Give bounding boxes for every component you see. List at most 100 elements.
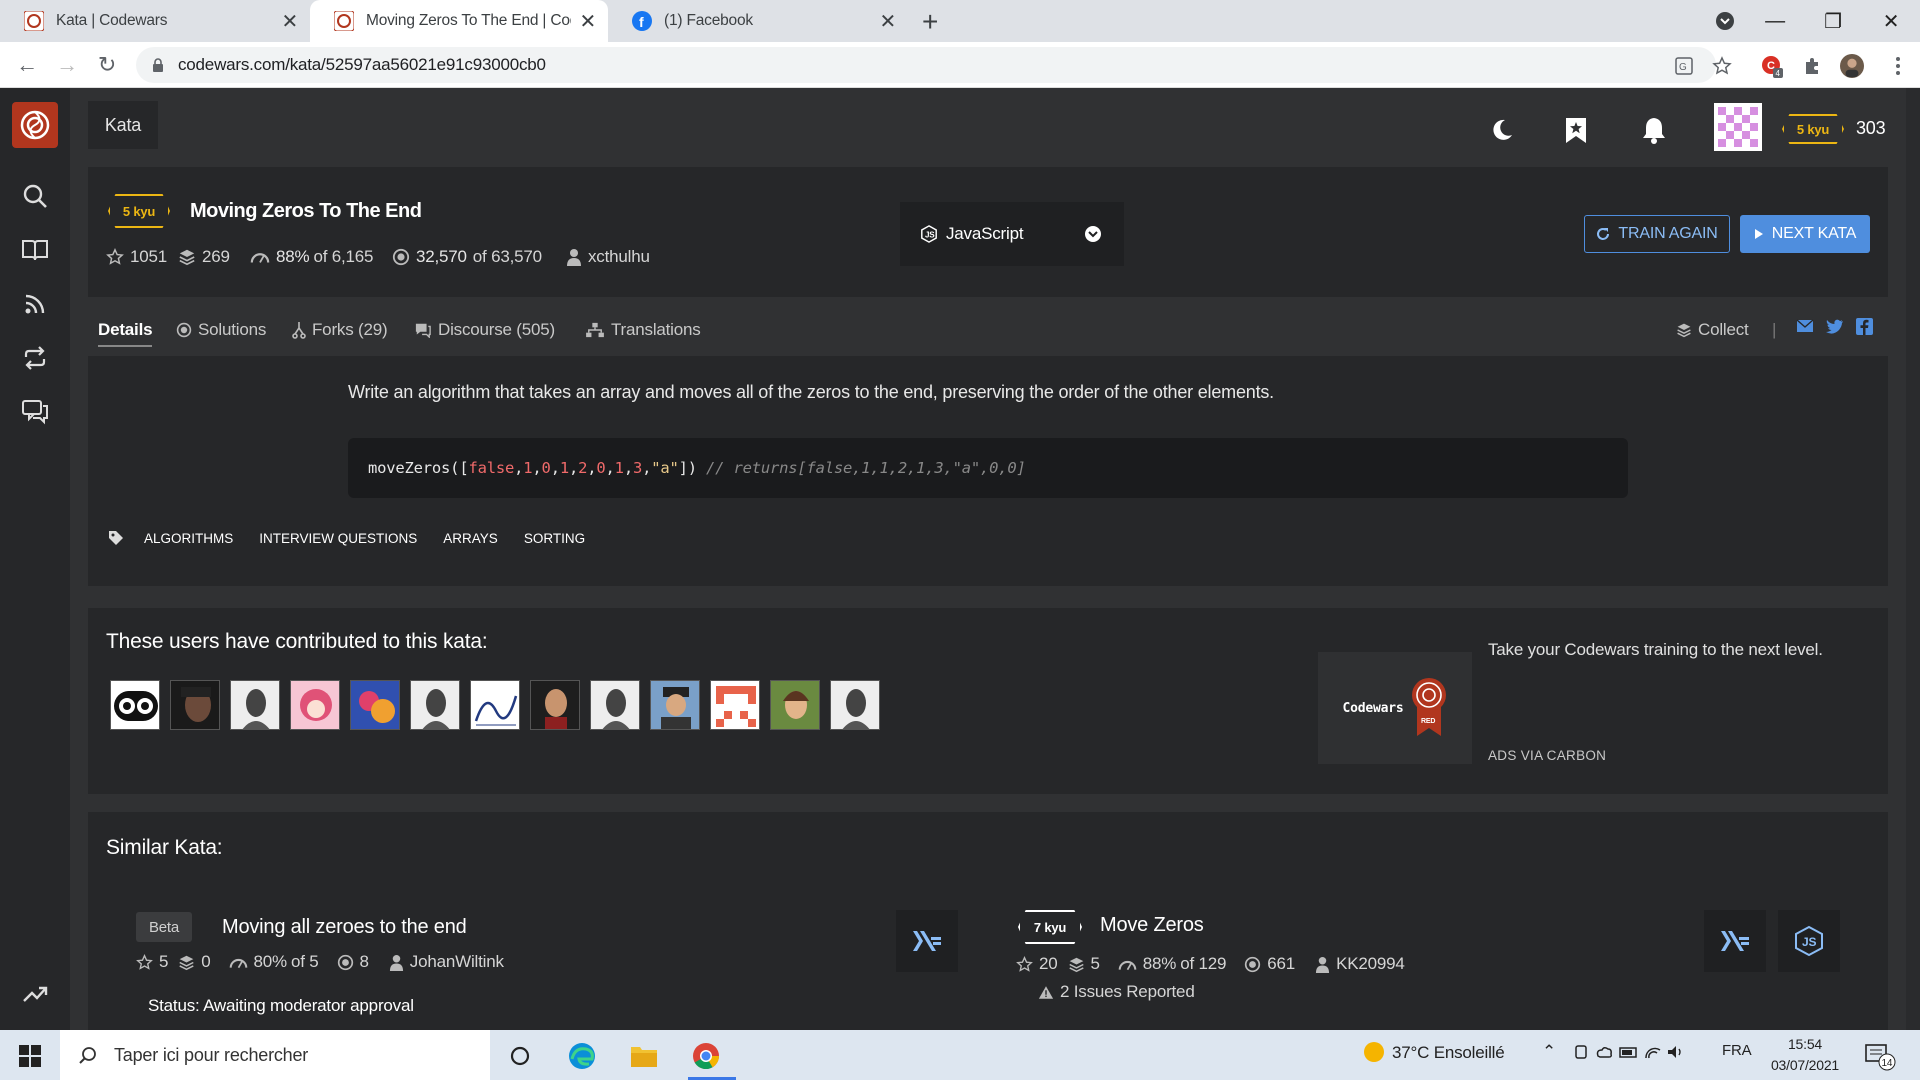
tab-forks[interactable]: Forks (29): [292, 320, 388, 340]
tray-system-icons[interactable]: [1574, 1042, 1684, 1062]
ad-image[interactable]: Codewars RED: [1318, 652, 1472, 764]
next-kata-button[interactable]: NEXT KATA: [1740, 215, 1870, 253]
tag-item[interactable]: INTERVIEW QUESTIONS: [259, 531, 417, 546]
contributor-avatar[interactable]: [830, 680, 880, 730]
javascript-language-icon[interactable]: JS: [1778, 910, 1840, 972]
tab-translations[interactable]: Translations: [585, 320, 701, 340]
minimize-button[interactable]: —: [1750, 0, 1800, 42]
input-language[interactable]: FRA: [1722, 1042, 1752, 1059]
haskell-language-icon[interactable]: [1704, 910, 1766, 972]
contributor-avatar[interactable]: [530, 680, 580, 730]
browser-tab-facebook[interactable]: f (1) Facebook ✕: [608, 0, 908, 42]
tag-item[interactable]: ALGORITHMS: [144, 531, 233, 546]
kata-description: Write an algorithm that takes an array a…: [348, 382, 1274, 402]
chrome-browser-icon[interactable]: [690, 1040, 722, 1072]
share-twitter-icon[interactable]: [1826, 319, 1844, 334]
similar-kata-name[interactable]: Move Zeros: [1100, 914, 1204, 937]
extensions-puzzle-icon[interactable]: [1800, 54, 1824, 78]
close-window-button[interactable]: ✕: [1866, 0, 1916, 42]
close-tab-icon[interactable]: ✕: [579, 9, 596, 34]
collections-stat: 269: [178, 247, 230, 267]
browser-tab-moving-zeros[interactable]: Moving Zeros To The End | Codewars ✕: [310, 0, 608, 42]
taskbar-clock[interactable]: 15:54 03/07/2021: [1770, 1034, 1840, 1076]
notifications-bell-icon[interactable]: [1638, 114, 1670, 146]
contributor-avatar[interactable]: [230, 680, 280, 730]
page-scrollbar[interactable]: [1906, 88, 1920, 1030]
taskbar-search-field[interactable]: Taper ici pour rechercher: [60, 1030, 490, 1080]
contributor-avatar[interactable]: [710, 680, 760, 730]
contributor-avatar[interactable]: [770, 680, 820, 730]
tab-solutions[interactable]: Solutions: [176, 320, 266, 340]
tab-translations-label: Translations: [611, 320, 701, 339]
haskell-language-icon[interactable]: [896, 910, 958, 972]
contributor-avatar[interactable]: [350, 680, 400, 730]
maximize-button[interactable]: ❐: [1808, 0, 1858, 42]
similar-completed: 661: [1267, 954, 1296, 973]
forward-button[interactable]: →: [52, 50, 82, 80]
stars-stat[interactable]: 1051: [106, 247, 167, 267]
docs-book-icon[interactable]: [19, 234, 51, 266]
edge-browser-icon[interactable]: [566, 1040, 598, 1072]
windows-start-icon[interactable]: [14, 1040, 46, 1072]
dark-mode-moon-icon[interactable]: [1486, 114, 1518, 146]
train-again-button[interactable]: TRAIN AGAIN: [1584, 215, 1730, 253]
trending-icon[interactable]: [19, 978, 51, 1010]
author-stat[interactable]: xcthulhu: [566, 247, 650, 267]
contributor-avatar[interactable]: [170, 680, 220, 730]
notification-center-icon[interactable]: 14: [1864, 1040, 1896, 1072]
tab-search-icon[interactable]: [1700, 0, 1750, 42]
back-button[interactable]: ←: [12, 50, 42, 80]
contributor-avatar[interactable]: [650, 680, 700, 730]
close-tab-icon[interactable]: ✕: [879, 9, 896, 34]
practice-repeat-icon[interactable]: [19, 342, 51, 374]
share-facebook-icon[interactable]: [1856, 318, 1873, 335]
new-tab-button[interactable]: +: [922, 6, 938, 38]
reload-button[interactable]: ↻: [92, 50, 122, 80]
tray-chevron-up-icon[interactable]: ⌃: [1542, 1042, 1556, 1062]
profile-avatar[interactable]: [1840, 54, 1864, 78]
similar-kata-name[interactable]: Moving all zeroes to the end: [222, 916, 467, 939]
feed-icon[interactable]: [19, 288, 51, 320]
code-close: ]): [678, 459, 697, 477]
translate-icon[interactable]: G: [1672, 54, 1696, 78]
browser-tab-kata[interactable]: Kata | Codewars ✕: [0, 0, 310, 42]
codewars-logo[interactable]: [12, 102, 58, 148]
svg-text:JS: JS: [925, 231, 935, 240]
language-select[interactable]: JS JavaScript: [900, 202, 1124, 266]
kata-nav-tab[interactable]: Kata: [88, 101, 158, 149]
task-view-icon[interactable]: [504, 1040, 536, 1072]
tab-details[interactable]: Details: [98, 320, 153, 347]
tag-item[interactable]: ARRAYS: [443, 531, 498, 546]
bookmark-star-icon[interactable]: [1710, 54, 1734, 78]
file-explorer-icon[interactable]: [628, 1040, 660, 1072]
completed-stat: 32,570 of 63,570: [392, 247, 542, 267]
weather-widget[interactable]: 37°C Ensoleillé: [1364, 1042, 1505, 1063]
contributor-avatar[interactable]: [590, 680, 640, 730]
contributor-avatar[interactable]: [110, 680, 160, 730]
share-email-icon[interactable]: [1796, 319, 1814, 333]
tab-discourse[interactable]: Discourse (505): [414, 320, 555, 340]
url-text: codewars.com/kata/52597aa56021e91c93000c…: [178, 55, 546, 74]
discussion-icon[interactable]: [19, 396, 51, 428]
extension-icon[interactable]: C4: [1760, 54, 1784, 78]
contributor-avatar[interactable]: [290, 680, 340, 730]
tab-title: Kata | Codewars: [56, 12, 168, 29]
close-tab-icon[interactable]: ✕: [281, 9, 298, 34]
collect-button[interactable]: Collect: [1676, 320, 1749, 340]
similar-author[interactable]: JohanWiltink: [410, 952, 504, 972]
contributor-avatar[interactable]: [470, 680, 520, 730]
user-icon: [389, 954, 403, 971]
user-avatar[interactable]: [1714, 103, 1762, 151]
url-field[interactable]: codewars.com/kata/52597aa56021e91c93000c…: [136, 47, 1716, 83]
contributor-avatar[interactable]: [410, 680, 460, 730]
tag-item[interactable]: SORTING: [524, 531, 585, 546]
bookmarks-icon[interactable]: [1560, 114, 1592, 146]
target-icon: [337, 954, 353, 970]
ad-text[interactable]: Take your Codewars training to the next …: [1488, 640, 1823, 660]
search-icon[interactable]: [19, 180, 51, 212]
similar-satisfaction-of: of 129: [1180, 954, 1227, 973]
similar-author[interactable]: KK20994: [1336, 954, 1405, 974]
ads-via-carbon-link[interactable]: ADS VIA CARBON: [1488, 748, 1606, 763]
codewars-red-badge-icon: RED: [1411, 678, 1446, 736]
browser-menu-icon[interactable]: [1886, 54, 1910, 78]
